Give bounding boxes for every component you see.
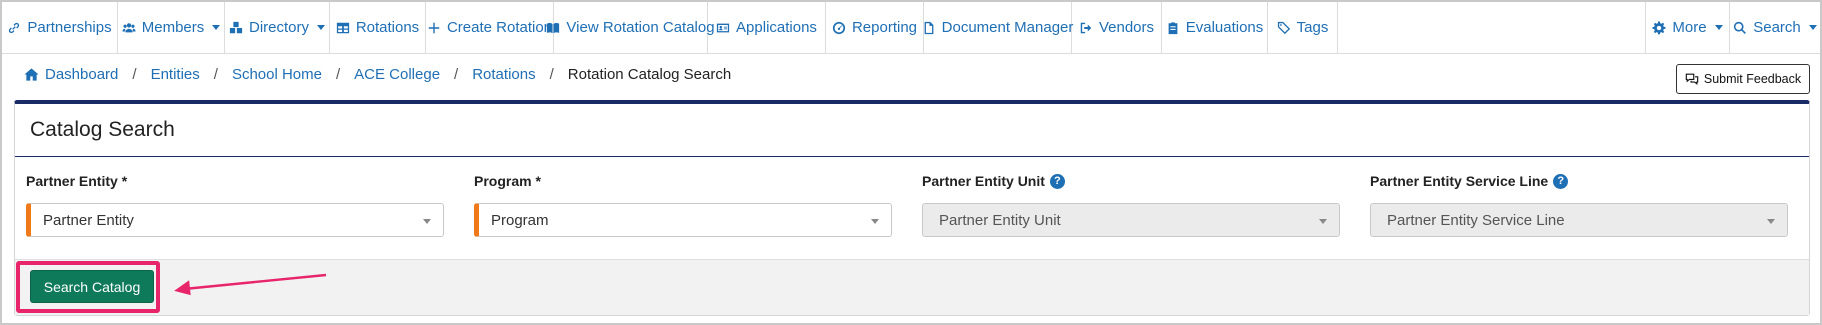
top-navbar: Partnerships Members Directory Rotations…	[2, 2, 1820, 54]
breadcrumb: Dashboard / Entities / School Home / ACE…	[24, 64, 731, 84]
link-icon	[9, 22, 20, 33]
table-icon	[336, 22, 349, 33]
breadcrumb-current: Rotation Catalog Search	[567, 65, 732, 83]
program-field: Program * Program	[474, 172, 892, 237]
nav-label: Document Manager	[941, 19, 1074, 36]
partner-entity-unit-field: Partner Entity Unit ? Partner Entity Uni…	[922, 172, 1340, 237]
card-divider	[15, 156, 1809, 157]
partner-entity-label: Partner Entity *	[26, 173, 128, 189]
program-select[interactable]: Program	[474, 203, 892, 237]
plus-icon	[428, 22, 440, 33]
nav-label: View Rotation Catalog	[566, 19, 715, 36]
boxes-icon	[229, 21, 243, 33]
field-label: Partner Entity Service Line ?	[1370, 172, 1788, 190]
nav-view-rotation-catalog[interactable]: View Rotation Catalog	[547, 2, 715, 53]
nav-vendors[interactable]: Vendors	[1072, 2, 1162, 53]
nav-label: Search	[1753, 19, 1801, 36]
breadcrumb-rotations[interactable]: Rotations	[472, 66, 535, 83]
select-placeholder: Partner Entity Unit	[939, 211, 1061, 229]
nav-document-manager[interactable]: Document Manager	[924, 2, 1074, 53]
nav-label: Rotations	[355, 19, 420, 36]
breadcrumb-separator: /	[132, 65, 137, 83]
nav-rotations[interactable]: Rotations	[330, 2, 426, 53]
partner-entity-service-line-label: Partner Entity Service Line	[1370, 173, 1549, 189]
breadcrumb-separator: /	[454, 65, 459, 83]
nav-create-rotation[interactable]: Create Rotation	[426, 2, 554, 53]
clipboard-icon	[1168, 21, 1178, 34]
chevron-down-icon	[423, 219, 431, 224]
sign-out-icon	[1080, 22, 1092, 33]
select-placeholder: Program	[491, 211, 549, 229]
home-icon	[24, 67, 39, 81]
gauge-icon	[832, 21, 846, 34]
nav-label: Members	[141, 19, 205, 36]
breadcrumb-separator: /	[549, 65, 554, 83]
breadcrumb-school-home[interactable]: School Home	[232, 66, 322, 83]
breadcrumb-entities[interactable]: Entities	[151, 66, 200, 83]
partner-entity-service-line-select[interactable]: Partner Entity Service Line	[1370, 203, 1788, 237]
nav-members[interactable]: Members	[118, 2, 225, 53]
help-icon[interactable]: ?	[1553, 173, 1569, 189]
nav-label: More	[1672, 19, 1707, 36]
nav-search[interactable]: Search	[1730, 2, 1820, 53]
breadcrumb-separator: /	[213, 65, 218, 83]
search-catalog-button[interactable]: Search Catalog	[30, 270, 154, 303]
card-title: Catalog Search	[30, 118, 175, 141]
annotation-arrow	[174, 273, 327, 295]
nav-label: Vendors	[1098, 19, 1155, 36]
field-label: Program *	[474, 172, 892, 190]
program-label: Program *	[474, 173, 541, 189]
comments-icon	[1685, 73, 1699, 85]
nav-evaluations[interactable]: Evaluations	[1162, 2, 1268, 53]
nav-label: Directory	[248, 19, 309, 36]
submit-feedback-button[interactable]: Submit Feedback	[1676, 64, 1810, 94]
nav-applications[interactable]: Applications	[708, 2, 826, 53]
nav-label: Applications	[736, 19, 817, 36]
select-placeholder: Partner Entity Service Line	[1387, 211, 1565, 229]
partner-entity-unit-select[interactable]: Partner Entity Unit	[922, 203, 1340, 237]
nav-tags[interactable]: Tags	[1268, 2, 1338, 53]
file-icon	[924, 21, 934, 34]
breadcrumb-label: Dashboard	[45, 65, 119, 83]
users-icon	[122, 22, 136, 32]
nav-more[interactable]: More	[1646, 2, 1730, 53]
select-placeholder: Partner Entity	[43, 211, 134, 229]
nav-label: Tags	[1296, 19, 1329, 36]
breadcrumb-separator: /	[335, 65, 341, 83]
chevron-down-icon	[212, 25, 221, 30]
nav-directory[interactable]: Directory	[225, 2, 330, 53]
tag-icon	[1277, 21, 1290, 34]
nav-partnerships[interactable]: Partnerships	[2, 2, 118, 53]
nav-label: Create Rotation	[446, 19, 553, 36]
book-icon	[547, 22, 560, 33]
field-label: Partner Entity Unit ?	[922, 172, 1340, 190]
chevron-down-icon	[1714, 25, 1723, 30]
submit-feedback-label: Submit Feedback	[1703, 72, 1802, 86]
help-icon[interactable]: ?	[1049, 173, 1065, 189]
nav-spacer	[1338, 2, 1646, 53]
chevron-down-icon	[317, 25, 325, 30]
chevron-down-icon	[1808, 25, 1817, 30]
chevron-down-icon	[1767, 219, 1775, 224]
nav-label: Evaluations	[1185, 19, 1264, 36]
chevron-down-icon	[1319, 219, 1327, 224]
partner-entity-unit-label: Partner Entity Unit	[922, 173, 1045, 189]
search-icon	[1734, 21, 1747, 34]
partner-entity-field: Partner Entity * Partner Entity	[26, 172, 444, 237]
breadcrumb-ace-college[interactable]: ACE College	[354, 66, 440, 83]
partner-entity-select[interactable]: Partner Entity	[26, 203, 444, 237]
nav-reporting[interactable]: Reporting	[826, 2, 924, 53]
nav-label: Reporting	[851, 19, 918, 36]
nav-label: Partnerships	[27, 19, 112, 36]
chevron-down-icon	[871, 219, 879, 224]
field-label: Partner Entity *	[26, 172, 444, 190]
id-card-icon	[716, 23, 730, 32]
gear-icon	[1652, 20, 1666, 34]
partner-entity-service-line-field: Partner Entity Service Line ? Partner En…	[1370, 172, 1788, 237]
breadcrumb-dashboard[interactable]: Dashboard	[24, 66, 118, 83]
